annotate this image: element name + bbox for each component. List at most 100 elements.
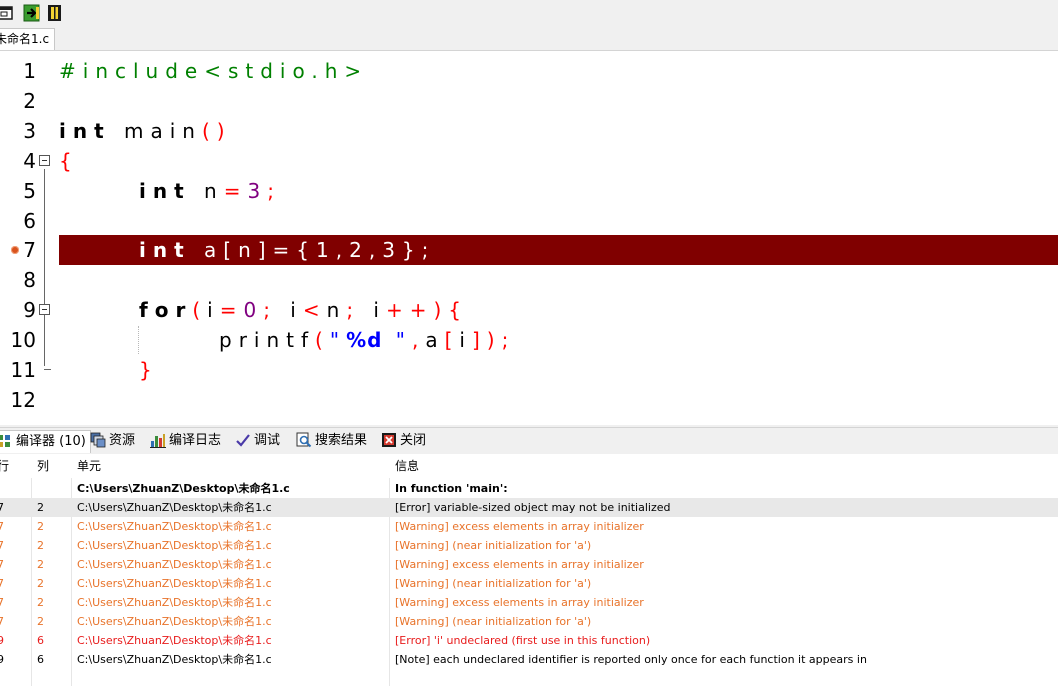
keyword: int [139, 238, 191, 262]
cell-line: 7 [0, 501, 4, 514]
cell-unit: C:\Users\ZhuanZ\Desktop\未命名1.c [77, 596, 272, 609]
table-row[interactable]: 7 2 C:\Users\ZhuanZ\Desktop\未命名1.c [Warning… [0, 517, 1058, 536]
fold-toggle-icon[interactable] [39, 155, 50, 166]
table-row[interactable]: 7 2 C:\Users\ZhuanZ\Desktop\未命名1.c [Warning… [0, 574, 1058, 593]
identifier: n [326, 298, 347, 322]
operator: = [219, 298, 244, 322]
number-literal: 3 [247, 179, 268, 203]
cell-line: 7 [0, 577, 4, 590]
line-number: 5 [23, 179, 36, 203]
search-results-icon [296, 432, 312, 448]
operator: ; [346, 298, 361, 322]
tab-label: 搜索结果 [315, 433, 368, 448]
operator: { [59, 149, 79, 173]
table-row[interactable]: 7 2 C:\Users\ZhuanZ\Desktop\未命名1.c [Warning… [0, 536, 1058, 555]
tab-label: 调试 [254, 433, 281, 448]
table-row[interactable]: 7 2 C:\Users\ZhuanZ\Desktop\未命名1.c [Error] … [0, 498, 1058, 517]
table-row[interactable]: C:\Users\ZhuanZ\Desktop\未命名1.c In functio… [0, 479, 1058, 498]
operator: ++ [385, 298, 434, 322]
operator: ; [263, 298, 277, 322]
debug-icon [235, 432, 251, 448]
tab-label: 资源 [109, 433, 136, 448]
number-literal: 0 [243, 298, 264, 322]
cell-col: 2 [37, 539, 44, 552]
cell-unit: C:\Users\ZhuanZ\Desktop\未命名1.c [77, 615, 272, 628]
cell-unit: C:\Users\ZhuanZ\Desktop\未命名1.c [77, 482, 290, 495]
cell-line: 9 [0, 634, 4, 647]
compiler-messages-table[interactable]: 行 列 单元 信息 C:\Users\ZhuanZ\Desktop\未命名1.c… [0, 454, 1058, 686]
tab-compiler[interactable]: 编译器 (10) [0, 430, 91, 453]
cell-unit: C:\Users\ZhuanZ\Desktop\未命名1.c [77, 634, 272, 647]
code-editor[interactable]: 1 #include<stdio.h> 2 3 int main() 4 {5… [0, 51, 1058, 425]
column-header-unit[interactable]: 单元 [77, 454, 101, 478]
line-number: 12 [10, 388, 36, 412]
operator: < [302, 298, 327, 322]
table-row[interactable]: 7 2 C:\Users\ZhuanZ\Desktop\未命名1.c [Warning… [0, 612, 1058, 631]
code-text: int n=3; [139, 176, 281, 206]
cell-info: [Warning] (near initialization for 'a') [395, 615, 592, 628]
format-specifier: %d [346, 328, 383, 352]
cell-line: 7 [0, 520, 4, 533]
line-number: 1 [23, 59, 36, 83]
bookmark-icon[interactable] [45, 3, 65, 23]
code-line-5: 5 int n=3; [0, 176, 1058, 206]
identifier: i [360, 298, 386, 322]
operator: ){ [433, 298, 469, 322]
table-row[interactable]: 7 2 C:\Users\ZhuanZ\Desktop\未命名1.c [Warning… [0, 555, 1058, 574]
identifier: i [276, 298, 303, 322]
cell-info: [Warning] excess elements in array initi… [395, 596, 644, 609]
code-line-7-error: 7 int a[n]={1,2,3}; [0, 235, 1058, 265]
code-line-9: 9 for(i=0; i<n; i++){ [0, 295, 1058, 325]
tab-search-results[interactable]: 搜索结果 [296, 430, 367, 452]
line-number: 3 [23, 119, 36, 143]
fold-toggle-icon[interactable] [39, 304, 50, 315]
code-line-10: 10 printf("%d ",a[i]); [0, 325, 1058, 355]
table-row[interactable]: 7 2 C:\Users\ZhuanZ\Desktop\未命名1.c [Warning… [0, 593, 1058, 612]
window-icon[interactable] [0, 3, 16, 23]
line-number: 6 [23, 209, 36, 233]
cell-col: 2 [37, 615, 44, 628]
identifier: i [459, 328, 472, 352]
cell-col: 6 [37, 634, 44, 647]
line-number: 2 [23, 89, 36, 113]
preprocessor-directive: #include<stdio.h> [59, 59, 369, 83]
code-line-3: 3 int main() [0, 116, 1058, 146]
cell-info: In function 'main': [395, 482, 508, 495]
code-text: { [59, 146, 79, 176]
tab-close[interactable]: 关闭 [381, 430, 426, 452]
identifier: i [207, 298, 220, 322]
table-row[interactable]: 9 6 C:\Users\ZhuanZ\Desktop\未命名1.c [Error] … [0, 631, 1058, 650]
identifier: printf [219, 328, 316, 352]
keyword: int [139, 179, 191, 203]
insert-icon[interactable] [22, 3, 42, 23]
operator: () [201, 119, 232, 143]
cell-line: 7 [0, 615, 4, 628]
resources-icon [90, 432, 106, 448]
table-row[interactable]: 9 6 C:\Users\ZhuanZ\Desktop\未命名1.c [Note] e… [0, 650, 1058, 669]
tab-resources[interactable]: 资源 [90, 430, 135, 452]
column-header-row[interactable]: 行 [0, 454, 9, 478]
column-header-col[interactable]: 列 [37, 454, 49, 478]
operator: ] [471, 328, 487, 352]
file-tab-untitled[interactable]: 未命名1.c [0, 28, 56, 50]
operator: ; [267, 179, 281, 203]
fold-end-marker [44, 369, 51, 370]
cell-unit: C:\Users\ZhuanZ\Desktop\未命名1.c [77, 653, 272, 666]
tab-compile-log[interactable]: 编译日志 [150, 430, 221, 452]
cell-info: [Note] each undeclared identifier is rep… [395, 653, 867, 666]
string-literal: " [329, 328, 347, 352]
tab-label: 编译器 (10) [16, 434, 86, 449]
cell-line: 7 [0, 596, 4, 609]
cell-unit: C:\Users\ZhuanZ\Desktop\未命名1.c [77, 501, 272, 514]
line-number: 7 [23, 238, 36, 262]
column-header-info[interactable]: 信息 [395, 454, 419, 478]
tab-label: 关闭 [400, 433, 427, 448]
cell-unit: C:\Users\ZhuanZ\Desktop\未命名1.c [77, 520, 272, 533]
cell-unit: C:\Users\ZhuanZ\Desktop\未命名1.c [77, 558, 272, 571]
cell-unit: C:\Users\ZhuanZ\Desktop\未命名1.c [77, 577, 272, 590]
line-number: 4 [23, 149, 36, 173]
code-text: } [139, 355, 159, 385]
cell-col: 6 [37, 653, 44, 666]
tab-debug[interactable]: 调试 [235, 430, 280, 452]
code-line-1: 1 #include<stdio.h> [0, 56, 1058, 86]
